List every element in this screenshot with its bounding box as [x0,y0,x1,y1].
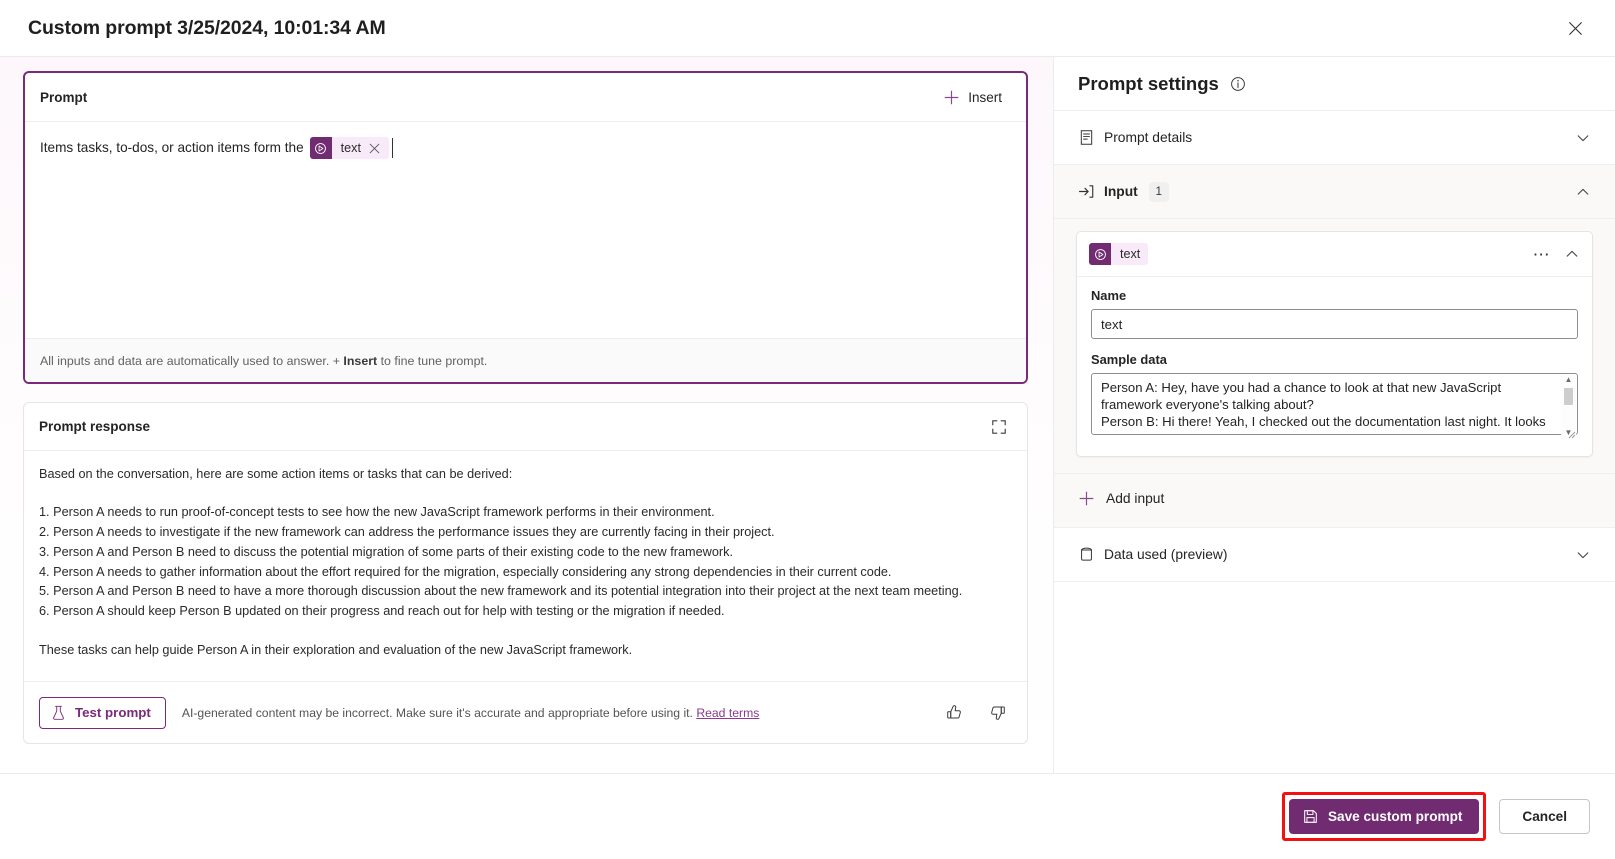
chevron-down-icon [1575,130,1591,146]
fullscreen-icon [992,419,1006,434]
response-card-header: Prompt response [24,403,1027,451]
response-intro: Based on the conversation, here are some… [39,467,513,481]
prompt-editor[interactable]: Items tasks, to-dos, or action items for… [25,122,1026,338]
chip-label: text [340,141,361,155]
scrollbar-thumb[interactable] [1564,388,1573,405]
list-item: 6. Person A should keep Person B updated… [39,604,725,619]
input-token-chip-text[interactable]: text [1089,243,1149,265]
thumbs-down-icon [991,706,1005,720]
sample-data-label: Sample data [1091,352,1167,367]
beaker-icon [51,705,66,721]
input-card-zone: text ⋯ Name Sample data [1054,219,1615,474]
save-custom-prompt-button[interactable]: Save custom prompt [1288,799,1480,834]
response-item-list: 1. Person A needs to run proof-of-concep… [39,503,1011,621]
prompt-response-card: Prompt response Based on the conversatio… [23,402,1028,744]
input-arrow-icon [1078,183,1104,200]
chip-label: text [1120,247,1141,261]
text-caret [391,138,393,158]
response-outro: These tasks can help guide Person A in t… [39,642,633,657]
collapse-input-card-icon[interactable] [1564,246,1580,262]
input-card-actions: ⋯ [1530,244,1580,265]
list-item: 4. Person A needs to gather information … [39,564,892,579]
response-card-footer: Test prompt AI-generated content may be … [24,681,1027,743]
thumbs-up-icon [947,705,961,719]
sample-data-wrap: ▲ ▼ [1091,373,1578,440]
sample-data-textarea[interactable] [1091,373,1578,435]
hint-suffix: to fine tune prompt. [377,353,488,368]
sidebar-item-label: Prompt details [1104,130,1193,145]
prompt-text-line: Items tasks, to-dos, or action items for… [40,137,1010,159]
save-icon [1303,809,1318,824]
settings-title: Prompt settings [1078,72,1219,94]
insert-button-label: Insert [968,89,1002,105]
add-input-label: Add input [1106,491,1165,506]
sidebar-item-data-used[interactable]: Data used (preview) [1054,528,1615,582]
close-icon [1568,21,1582,35]
token-icon [1089,243,1111,265]
sidebar-item-label: Data used (preview) [1104,547,1228,562]
dialog-body: Prompt Insert Items tasks, to-dos, or ac… [0,57,1615,773]
insert-button[interactable]: Insert [935,85,1010,110]
test-prompt-label: Test prompt [75,705,151,720]
database-icon [1078,546,1104,563]
resize-grip-icon[interactable] [1566,429,1576,439]
input-card-body: Name Sample data ▲ ▼ [1077,277,1592,456]
prompt-card-footer-hint: All inputs and data are automatically us… [25,338,1026,382]
expand-response-button[interactable] [987,415,1011,439]
thumbs-up-button[interactable] [941,699,968,726]
scroll-up-icon[interactable]: ▲ [1565,376,1573,384]
input-card-header: text ⋯ [1077,232,1592,277]
chevron-down-icon [1575,547,1591,563]
test-prompt-button[interactable]: Test prompt [39,696,166,729]
read-terms-link[interactable]: Read terms [696,706,759,720]
sidebar-item-prompt-details[interactable]: Prompt details [1054,111,1615,165]
list-item: 3. Person A and Person B need to discuss… [39,544,733,559]
chip-remove-icon[interactable] [369,143,389,154]
name-field-label: Name [1091,288,1127,303]
plus-icon [943,89,960,106]
sidebar-item-input[interactable]: Input 1 [1054,165,1615,219]
list-item: 5. Person A and Person B need to have a … [39,584,963,599]
dialog-footer: Save custom prompt Cancel [0,773,1615,859]
more-options-icon[interactable]: ⋯ [1530,244,1554,265]
prompt-card-title: Prompt [40,89,88,105]
close-button[interactable] [1557,10,1593,46]
sidebar-item-label: Input [1104,184,1138,199]
token-icon [309,137,332,159]
prompt-card-header: Prompt Insert [25,73,1026,122]
chevron-up-icon [1575,184,1591,200]
name-input[interactable] [1091,309,1578,339]
left-pane: Prompt Insert Items tasks, to-dos, or ac… [0,57,1053,773]
cancel-button[interactable]: Cancel [1499,799,1590,834]
plus-icon [1078,490,1095,507]
response-body: Based on the conversation, here are some… [24,451,1027,681]
thumbs-down-button[interactable] [984,699,1011,726]
prompt-settings-panel: Prompt settings Prompt details Input 1 t… [1053,57,1615,773]
input-card: text ⋯ Name Sample data [1076,231,1593,457]
hint-bold: Insert [343,353,378,368]
info-icon[interactable] [1230,76,1246,92]
input-count-badge: 1 [1148,181,1169,202]
settings-header: Prompt settings [1054,57,1615,111]
list-item: 1. Person A needs to run proof-of-concep… [39,505,715,520]
add-input-button[interactable]: Add input [1054,474,1615,509]
disclaimer-text: AI-generated content may be incorrect. M… [181,705,697,720]
save-button-label: Save custom prompt [1327,809,1463,824]
prompt-token-chip-text[interactable]: text [309,137,389,159]
hint-prefix: All inputs and data are automatically us… [40,353,344,368]
document-icon [1078,129,1104,146]
window-titlebar: Custom prompt 3/25/2024, 10:01:34 AM [0,0,1615,57]
prompt-static-text: Items tasks, to-dos, or action items for… [40,140,304,155]
save-button-highlight-wrap: Save custom prompt [1281,792,1487,841]
prompt-card: Prompt Insert Items tasks, to-dos, or ac… [23,71,1028,384]
page-title: Custom prompt 3/25/2024, 10:01:34 AM [28,16,386,39]
response-card-title: Prompt response [39,419,151,434]
add-input-zone: Add input [1054,474,1615,528]
ai-disclaimer: AI-generated content may be incorrect. M… [182,706,925,720]
list-item: 2. Person A needs to investigate if the … [39,525,775,540]
